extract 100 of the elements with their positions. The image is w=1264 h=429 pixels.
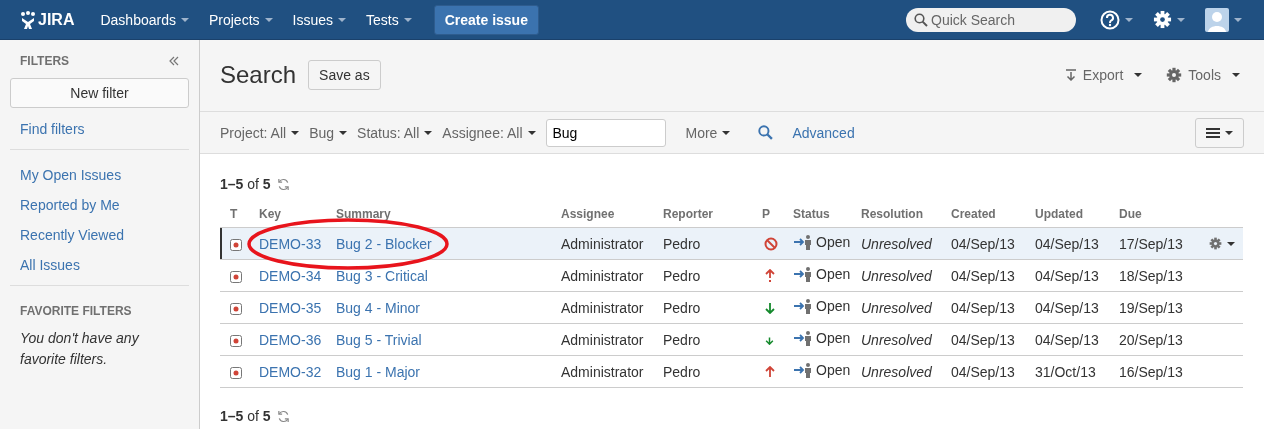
created-date: 04/Sep/13 <box>951 299 1015 316</box>
save-as-button[interactable]: Save as <box>308 60 381 90</box>
issue-row[interactable]: DEMO-36 Bug 5 - Trivial Administrator Pedro Open Unresolved 04/Sep/13 04/Sep/13 20/Sep/13 <box>220 323 1243 356</box>
due-date: 16/Sep/13 <box>1119 363 1183 380</box>
text-search-field[interactable]: Bug <box>545 118 666 147</box>
advanced-link[interactable]: Advanced <box>792 124 855 141</box>
bug-type-icon <box>230 270 242 283</box>
due-date: 18/Sep/13 <box>1119 267 1183 284</box>
created-date: 04/Sep/13 <box>951 363 1015 380</box>
filter-link[interactable]: My Open Issues <box>10 160 132 190</box>
created-date: 04/Sep/13 <box>951 267 1015 284</box>
page-title: Search <box>220 60 297 90</box>
search-icon[interactable] <box>758 125 774 140</box>
assignee-text: Administrator <box>561 363 644 380</box>
find-filters-link[interactable]: Find filters <box>10 114 95 144</box>
updated-date: 31/Oct/13 <box>1035 363 1096 380</box>
filter-dropdown[interactable]: Assignee: All <box>442 124 536 141</box>
status-label: Open <box>793 330 851 346</box>
bug-type-icon <box>230 238 242 251</box>
create-issue-button[interactable]: Create issue <box>433 4 539 35</box>
issue-summary-link[interactable]: Bug 3 - Critical <box>336 267 428 284</box>
resolution-text: Unresolved <box>861 299 932 316</box>
filter-link[interactable]: Recently Viewed <box>10 220 135 250</box>
jira-logo[interactable]: JIRA <box>20 10 75 29</box>
filter-link[interactable]: All Issues <box>10 250 90 280</box>
person-arrow-icon <box>793 298 813 314</box>
person-arrow-icon <box>793 330 813 346</box>
due-date: 17/Sep/13 <box>1119 235 1183 252</box>
issue-summary-link[interactable]: Bug 4 - Minor <box>336 299 421 316</box>
resolution-text: Unresolved <box>861 267 932 284</box>
issue-key-link[interactable]: DEMO-35 <box>259 299 322 316</box>
refresh-icon[interactable] <box>276 409 290 423</box>
due-date: 19/Sep/13 <box>1119 299 1183 316</box>
tools-menu[interactable]: Tools <box>1156 60 1244 90</box>
issue-key-link[interactable]: DEMO-32 <box>259 363 322 380</box>
export-menu[interactable]: Export <box>1054 60 1147 90</box>
refresh-icon[interactable] <box>276 177 290 191</box>
assignee-text: Administrator <box>561 299 644 316</box>
nav-menu[interactable]: Dashboards <box>90 0 199 40</box>
resolution-text: Unresolved <box>861 235 932 252</box>
collapse-icon[interactable] <box>169 56 179 66</box>
issue-key-link[interactable]: DEMO-34 <box>259 267 322 284</box>
quick-search-field[interactable]: Quick Search <box>906 7 1076 32</box>
column-header[interactable]: T <box>220 207 255 228</box>
arrow-up-icon <box>764 268 776 283</box>
column-header[interactable]: Key <box>255 207 332 228</box>
menu-icon <box>1206 126 1220 139</box>
resolution-text: Unresolved <box>861 363 932 380</box>
sidebar-heading: FILTERS <box>20 54 70 68</box>
person-arrow-icon <box>793 234 813 250</box>
resolution-text: Unresolved <box>861 331 932 348</box>
nav-menu[interactable]: Projects <box>198 0 283 40</box>
person-arrow-icon <box>793 266 813 282</box>
more-dropdown[interactable]: More <box>685 124 731 141</box>
issue-summary-link[interactable]: Bug 1 - Major <box>336 363 421 380</box>
result-count: 1–5 of 5 <box>220 176 271 192</box>
settings-icon <box>1209 237 1222 250</box>
reporter-text: Pedro <box>663 331 701 348</box>
settings-icon <box>1166 67 1183 83</box>
figure-logo-icon <box>20 10 36 29</box>
download-icon <box>1064 69 1077 81</box>
avatar-icon <box>1205 7 1229 32</box>
updated-date: 04/Sep/13 <box>1035 235 1099 252</box>
person-arrow-icon <box>793 362 813 378</box>
result-count: 1–5 of 5 <box>220 408 271 424</box>
column-header[interactable]: Due <box>1115 207 1199 228</box>
layout-menu[interactable] <box>1195 117 1244 148</box>
assignee-text: Administrator <box>561 235 644 252</box>
issue-key-link[interactable]: DEMO-36 <box>259 331 322 348</box>
filter-link[interactable]: Reported by Me <box>10 190 130 220</box>
settings-icon <box>1153 10 1172 29</box>
nav-menu[interactable]: Tests <box>356 0 422 40</box>
created-date: 04/Sep/13 <box>951 331 1015 348</box>
nav-menu[interactable]: Issues <box>282 0 356 40</box>
arrow-down-icon <box>764 301 776 314</box>
filter-dropdown[interactable]: Status: All <box>357 124 433 141</box>
issue-row[interactable]: DEMO-32 Bug 1 - Major Administrator Pedro Open Unresolved 04/Sep/13 31/Oct/13 16/Sep/13 <box>220 355 1243 388</box>
issue-summary-link[interactable]: Bug 5 - Trivial <box>336 331 422 348</box>
status-label: Open <box>793 234 851 250</box>
issue-row[interactable]: DEMO-35 Bug 4 - Minor Administrator Pedro Open Unresolved 04/Sep/13 04/Sep/13 19/Sep/13 <box>220 291 1243 324</box>
updated-date: 04/Sep/13 <box>1035 267 1099 284</box>
new-filter-button[interactable]: New filter <box>10 78 189 108</box>
column-header[interactable]: Summary <box>332 207 557 228</box>
filter-dropdown[interactable]: Project: All <box>220 124 300 141</box>
column-header[interactable]: Status <box>789 207 857 228</box>
updated-date: 04/Sep/13 <box>1035 299 1099 316</box>
filter-dropdown[interactable]: Bug <box>309 124 348 141</box>
column-header[interactable]: Created <box>947 207 1031 228</box>
column-header[interactable]: Assignee <box>557 207 659 228</box>
issue-row[interactable]: DEMO-34 Bug 3 - Critical Administrator Pedro Open Unresolved 04/Sep/13 04/Sep/13 18/Sep/13 <box>220 259 1243 292</box>
status-label: Open <box>793 298 851 314</box>
due-date: 20/Sep/13 <box>1119 331 1183 348</box>
column-header[interactable]: Resolution <box>857 207 947 228</box>
arrow-up-icon <box>764 365 776 378</box>
empty-message: You don't have any favorite filters. <box>20 329 141 369</box>
issue-row[interactable]: DEMO-33 Bug 2 - Blocker Administrator Pedro Open Unresolved 04/Sep/13 04/Sep/13 17/Sep/13 <box>220 227 1243 260</box>
help-icon <box>1100 9 1120 30</box>
column-header[interactable]: Reporter <box>659 207 758 228</box>
column-header[interactable]: Updated <box>1031 207 1115 228</box>
column-header[interactable]: P <box>758 207 789 228</box>
